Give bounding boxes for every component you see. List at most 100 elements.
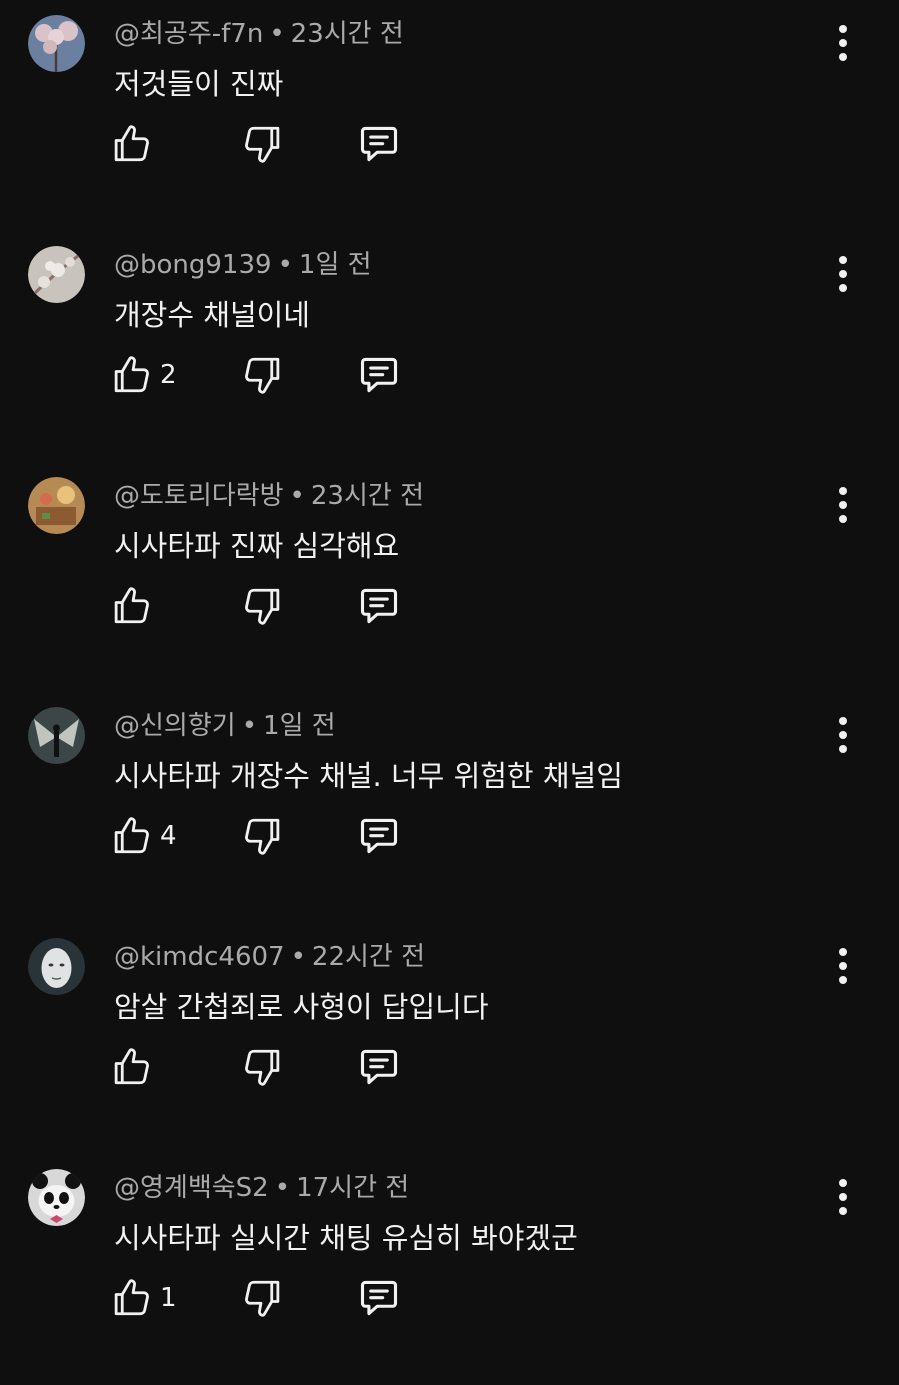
separator-dot: • — [274, 1173, 291, 1203]
author-handle[interactable]: @kimdc4607 — [114, 942, 285, 972]
author-handle[interactable]: @최공주-f7n — [114, 19, 263, 49]
thumbs-up-icon — [114, 1048, 149, 1085]
comment-item: @도토리다락방 • 23시간 전 시사타파 진짜 심각해요 — [0, 462, 899, 693]
separator-dot: • — [289, 480, 305, 511]
comment-text: 저것들이 진짜 — [114, 67, 284, 101]
comment-actions — [110, 120, 430, 168]
comment-item: @신의향기 • 1일 전 시사타파 개장수 채널. 너무 위험한 채널임 4 — [0, 692, 899, 923]
more-vertical-icon — [839, 1179, 847, 1215]
blossom-branch-avatar — [28, 245, 85, 303]
like-button[interactable] — [110, 120, 152, 168]
comment-meta: @영계백숙S2 • 17시간 전 — [114, 1170, 409, 1206]
avatar[interactable] — [28, 15, 85, 72]
dislike-button[interactable] — [242, 812, 284, 860]
illustration-avatar — [28, 476, 85, 534]
comment-meta: @도토리다락방 • 23시간 전 — [114, 478, 424, 514]
reply-button[interactable] — [357, 812, 401, 860]
separator-dot: • — [241, 711, 258, 742]
dislike-button[interactable] — [242, 120, 284, 168]
separator-dot: • — [277, 249, 293, 280]
more-options-button[interactable] — [826, 943, 860, 989]
comment-meta: @bong9139 • 1일 전 — [114, 247, 372, 283]
more-options-button[interactable] — [826, 482, 860, 528]
comment-item: @bong9139 • 1일 전 개장수 채널이네 2 — [0, 231, 899, 462]
author-handle[interactable]: @bong9139 — [114, 250, 272, 280]
like-count: 2 — [160, 359, 177, 390]
reply-comment-icon — [360, 819, 398, 854]
author-handle[interactable]: @도토리다락방 — [114, 481, 284, 511]
like-button[interactable]: 1 — [110, 1274, 177, 1322]
thumbs-down-icon — [245, 819, 280, 856]
comment-item: @kimdc4607 • 22시간 전 암살 간첩죄로 사형이 답입니다 — [0, 923, 899, 1154]
reply-button[interactable] — [357, 582, 401, 630]
comment-time: 17시간 전 — [296, 1173, 410, 1203]
comment-meta: @kimdc4607 • 22시간 전 — [114, 939, 425, 975]
more-options-button[interactable] — [826, 251, 860, 297]
more-options-button[interactable] — [826, 1174, 860, 1220]
comment-text: 시사타파 진짜 심각해요 — [114, 528, 400, 563]
comment-time: 1일 전 — [263, 711, 336, 742]
reply-button[interactable] — [357, 1043, 401, 1091]
author-handle[interactable]: @영계백숙S2 — [114, 1173, 269, 1203]
thumbs-down-icon — [245, 1280, 280, 1317]
like-button[interactable]: 2 — [110, 351, 177, 399]
comment-text: 암살 간첩죄로 사형이 답입니다 — [114, 990, 489, 1025]
avatar[interactable] — [28, 245, 85, 303]
separator-dot: • — [269, 19, 285, 49]
separator-dot: • — [290, 942, 306, 973]
more-vertical-icon — [839, 255, 847, 292]
comment-item: @최공주-f7n • 23시간 전 저것들이 진짜 — [0, 0, 899, 231]
comment-actions — [110, 582, 430, 630]
reply-comment-icon — [360, 588, 398, 623]
reply-comment-icon — [360, 1280, 398, 1316]
comment-actions: 4 — [110, 812, 430, 860]
more-options-button[interactable] — [826, 712, 860, 758]
reply-button[interactable] — [357, 120, 401, 168]
comment-text: 시사타파 실시간 채팅 유심히 봐야겠군 — [114, 1221, 578, 1255]
avatar[interactable] — [28, 707, 85, 765]
like-button[interactable] — [110, 1043, 152, 1091]
more-vertical-icon — [839, 948, 847, 985]
thumbs-up-icon — [114, 586, 149, 623]
comment-text: 개장수 채널이네 — [114, 297, 310, 332]
thumbs-down-icon — [245, 126, 280, 163]
dislike-button[interactable] — [242, 582, 284, 630]
author-handle[interactable]: @신의향기 — [114, 711, 236, 741]
dislike-button[interactable] — [242, 1043, 284, 1091]
face-avatar — [28, 938, 85, 996]
reply-button[interactable] — [357, 351, 401, 399]
avatar[interactable] — [28, 938, 85, 996]
like-button[interactable] — [110, 582, 152, 630]
comment-actions: 1 — [110, 1274, 430, 1322]
comment-time: 23시간 전 — [290, 19, 404, 49]
reply-comment-icon — [360, 357, 398, 392]
like-button[interactable]: 4 — [110, 812, 177, 860]
thumbs-down-icon — [245, 588, 280, 625]
comment-meta: @신의향기 • 1일 전 — [114, 708, 336, 744]
dislike-button[interactable] — [242, 1274, 284, 1322]
cherry-blossom-avatar — [28, 15, 85, 72]
dislike-button[interactable] — [242, 351, 284, 399]
panda-avatar — [28, 1169, 85, 1226]
comment-meta: @최공주-f7n • 23시간 전 — [114, 16, 404, 52]
comment-time: 1일 전 — [298, 249, 372, 280]
avatar[interactable] — [28, 476, 85, 534]
comment-item: @영계백숙S2 • 17시간 전 시사타파 실시간 채팅 유심히 봐야겠군 1 — [0, 1154, 899, 1385]
comment-actions: 2 — [110, 351, 430, 399]
reply-comment-icon — [360, 126, 398, 162]
comment-text: 시사타파 개장수 채널. 너무 위험한 채널임 — [114, 759, 623, 794]
more-vertical-icon — [839, 25, 847, 61]
avatar[interactable] — [28, 1169, 85, 1226]
comment-time: 22시간 전 — [311, 942, 426, 973]
thumbs-up-icon — [114, 356, 149, 392]
winged-figure-avatar — [28, 707, 85, 765]
thumbs-up-icon — [114, 1279, 149, 1316]
more-vertical-icon — [839, 486, 847, 523]
like-count: 1 — [160, 1283, 177, 1313]
more-options-button[interactable] — [826, 20, 860, 66]
thumbs-down-icon — [245, 1050, 280, 1086]
reply-button[interactable] — [357, 1274, 401, 1322]
like-count: 4 — [160, 821, 177, 852]
more-vertical-icon — [839, 717, 847, 754]
thumbs-up-icon — [114, 817, 149, 854]
